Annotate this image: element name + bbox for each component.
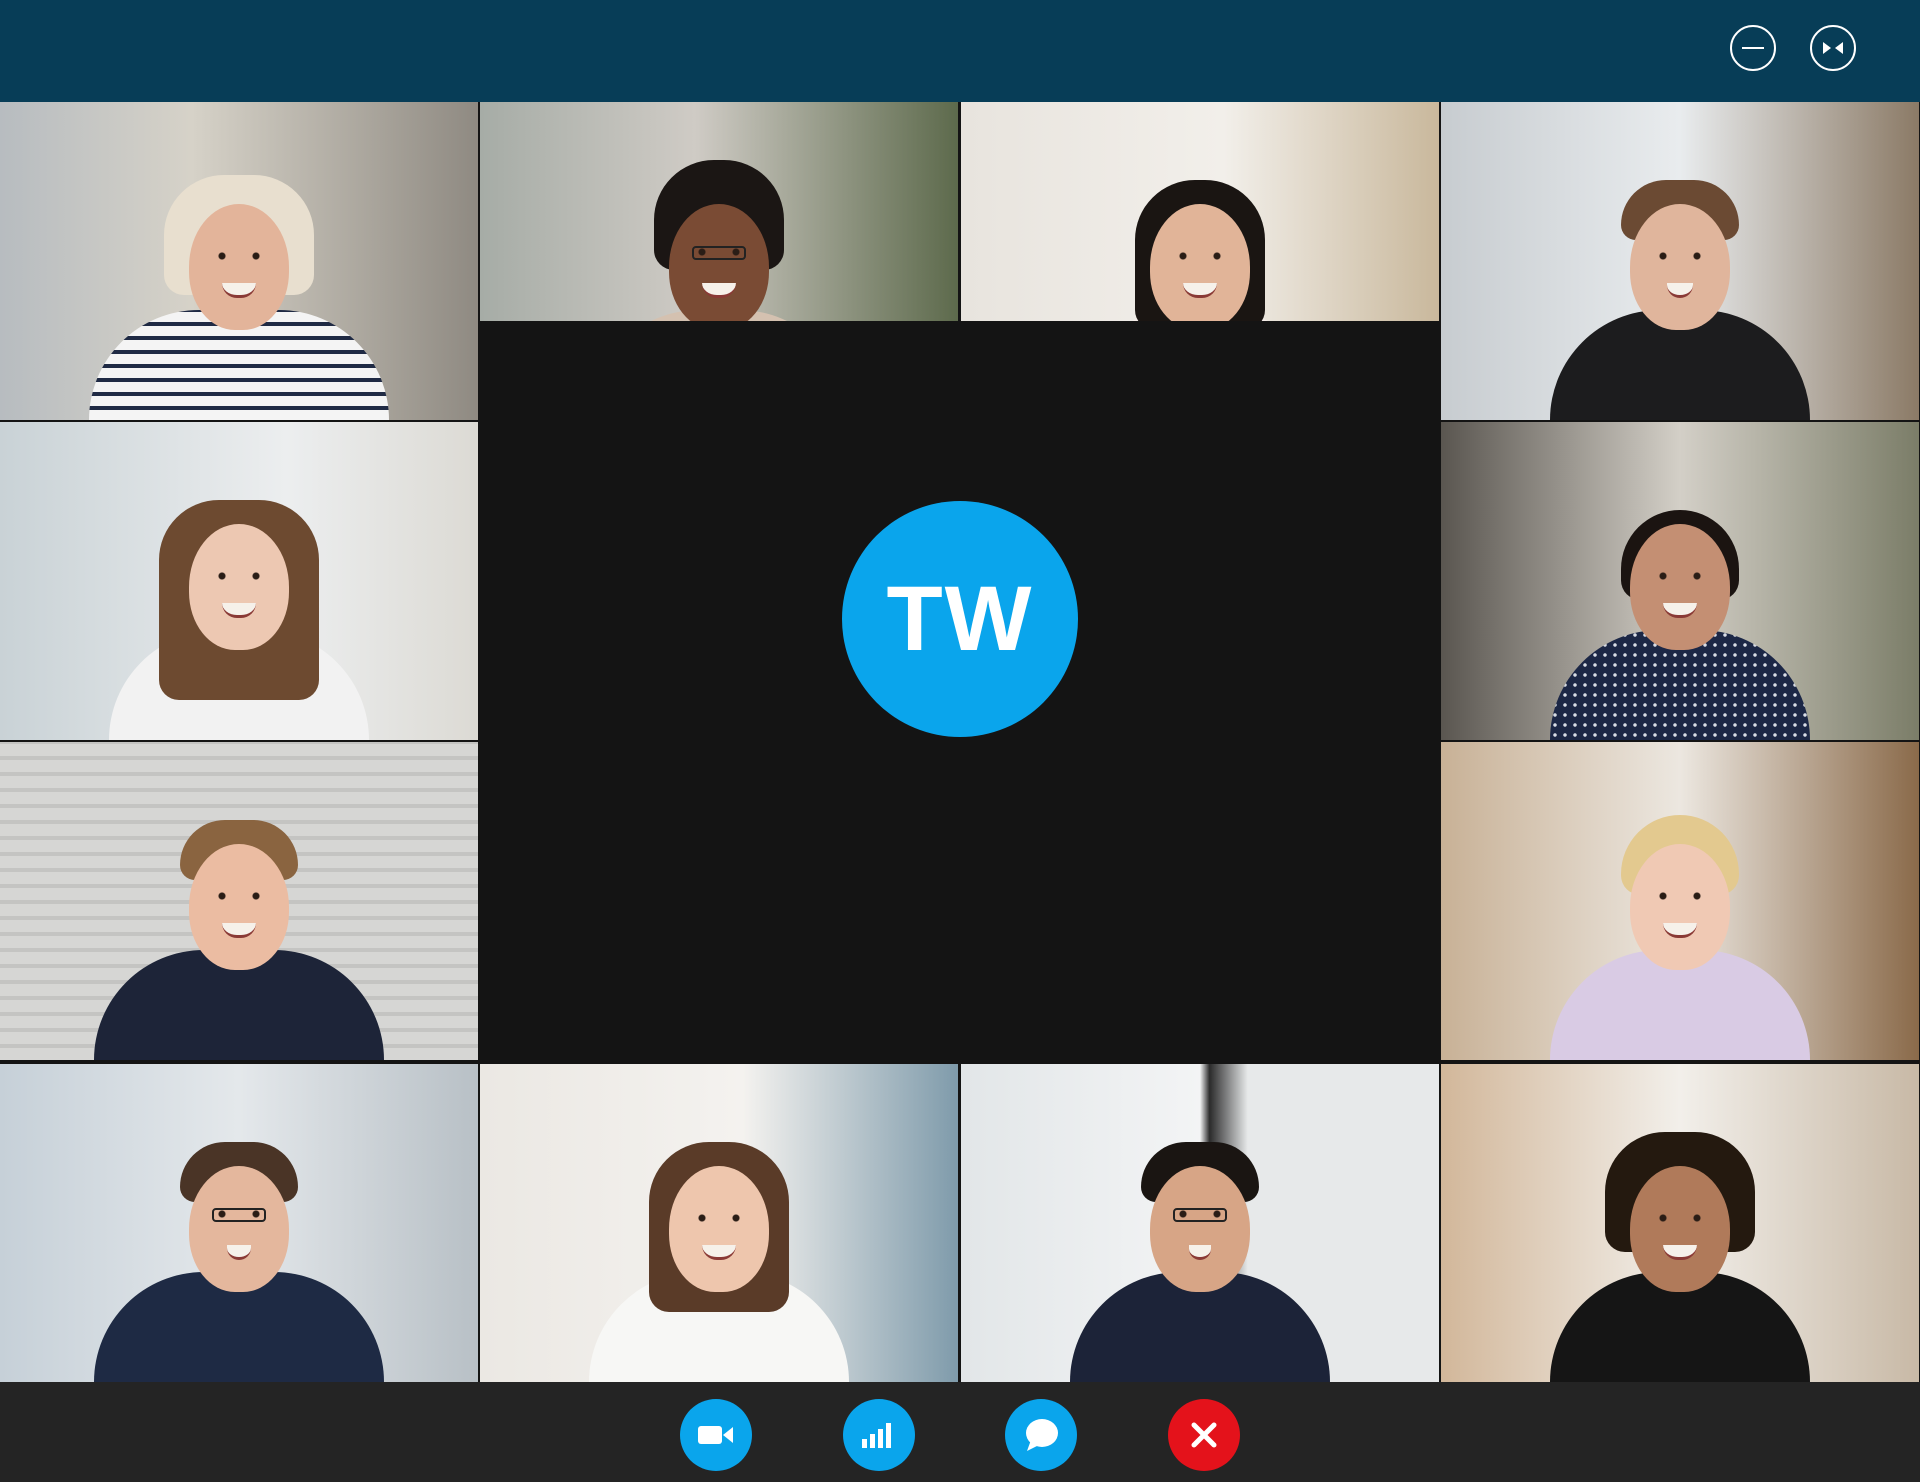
video-camera-icon: [698, 1426, 733, 1444]
participant-tile[interactable]: [0, 422, 478, 740]
participant-tile[interactable]: [1441, 102, 1919, 420]
signal-bars-icon: [862, 1423, 891, 1448]
title-bar: [0, 0, 1920, 102]
chat-button[interactable]: [1005, 1399, 1077, 1471]
participant-tile[interactable]: [0, 1064, 478, 1382]
participant-tile[interactable]: [0, 102, 478, 420]
restore-button[interactable]: [1810, 25, 1856, 71]
end-call-button[interactable]: [1168, 1399, 1240, 1471]
participant-tile[interactable]: [480, 1064, 958, 1382]
active-speaker-panel: TW: [479, 321, 1439, 961]
participant-avatar: TW: [842, 501, 1078, 737]
participant-tile[interactable]: [1441, 1064, 1919, 1382]
participant-tile[interactable]: [961, 1064, 1439, 1382]
participant-tile[interactable]: [1441, 422, 1919, 740]
signal-stats-button[interactable]: [843, 1399, 915, 1471]
chat-bubble-icon: [1026, 1419, 1058, 1451]
video-button[interactable]: [680, 1399, 752, 1471]
participant-tile[interactable]: [0, 742, 478, 1060]
restore-icon: [1823, 42, 1843, 54]
avatar-initials: TW: [886, 567, 1034, 670]
participant-tile[interactable]: [1441, 742, 1919, 1060]
minimize-icon: [1742, 47, 1764, 49]
call-control-bar: [0, 1382, 1920, 1482]
close-icon: [1191, 1422, 1217, 1448]
minimize-button[interactable]: [1730, 25, 1776, 71]
